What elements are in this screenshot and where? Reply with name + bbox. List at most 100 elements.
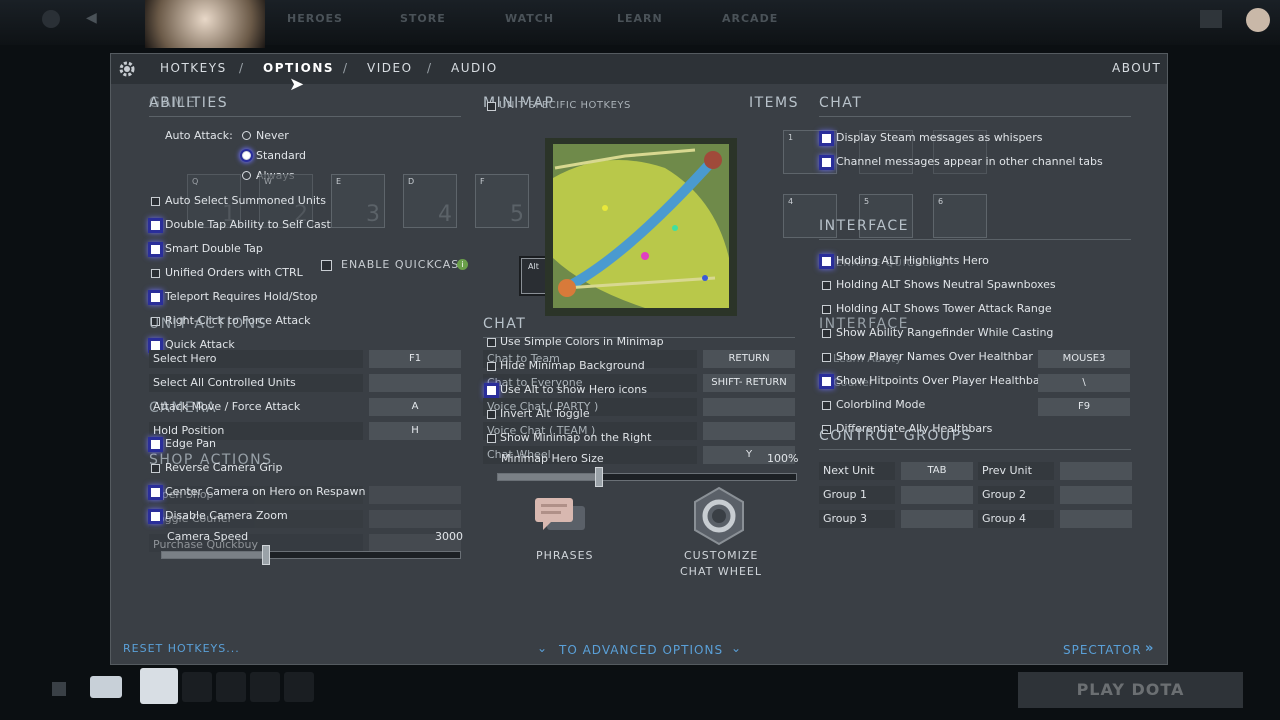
phrases-label[interactable]: PHRASES [536,549,594,562]
toggle-courier-hotkey[interactable] [369,510,461,528]
party-slot[interactable] [216,672,246,702]
checkbox-reverse-camera-grip[interactable] [151,464,160,473]
party-slot[interactable] [284,672,314,702]
select-hero-hotkey[interactable]: F1 [369,350,461,368]
hold-position-hotkey[interactable]: H [369,422,461,440]
control-group-row: Prev Unit [978,462,1054,480]
checkbox-steam-whispers[interactable] [822,134,831,143]
party-slot-self[interactable] [140,668,178,704]
select-all-units-hotkey[interactable] [369,374,461,392]
play-dota-button[interactable]: PLAY DOTA [1018,672,1243,708]
shop-hotkey[interactable]: F9 [1038,398,1130,416]
checkbox-teleport-hold-stop[interactable] [151,293,160,302]
option-label: Holding ALT Highlights Hero [836,254,989,267]
tab-audio[interactable]: AUDIO [451,61,498,75]
chevron-down-icon[interactable]: ⌄ [537,641,547,655]
checkbox-alt-hero-icons[interactable] [487,386,496,395]
checkbox-player-names[interactable] [822,353,831,362]
avatar[interactable] [1246,8,1270,32]
customize-label[interactable]: CUSTOMIZE [684,549,758,562]
checkbox-simple-colors-minimap[interactable] [487,338,496,347]
camera-speed-slider-handle[interactable] [262,545,270,565]
nav-heroes[interactable]: HEROES [287,12,343,25]
enable-quickcast-checkbox[interactable] [321,260,332,271]
prev-unit-hotkey[interactable] [1060,462,1132,480]
option-label: Show Minimap on the Right [500,431,652,444]
settings-icon[interactable] [42,10,60,28]
reset-hotkeys-link[interactable]: RESET HOTKEYS... [123,642,240,655]
hero-portrait[interactable] [145,0,265,48]
checkbox-alt-tower-range[interactable] [822,305,831,314]
friends-icon[interactable] [1200,10,1222,28]
party-slot[interactable] [182,672,212,702]
attack-move-hotkey[interactable]: A [369,398,461,416]
tab-video[interactable]: VIDEO [367,61,413,75]
auto-attack-always-radio[interactable] [242,171,251,180]
learn-ability-hotkey[interactable]: MOUSE3 [1038,350,1130,368]
group-3-hotkey[interactable] [901,510,973,528]
nav-store[interactable]: STORE [400,12,446,25]
ability-slot-f[interactable]: F5 [475,174,529,228]
double-chevron-right-icon[interactable]: » [1145,641,1153,656]
voice-party-hotkey[interactable] [703,398,795,416]
checkbox-channel-messages[interactable] [822,158,831,167]
item-slot-6[interactable]: 6 [933,194,987,238]
chat-bubble-icon[interactable] [90,676,122,698]
checkbox-double-tap-self-cast[interactable] [151,221,160,230]
open-shop-hotkey[interactable] [369,486,461,504]
nav-arcade[interactable]: ARCADE [722,12,778,25]
nav-learn[interactable]: LEARN [617,12,663,25]
party-slot[interactable] [250,672,280,702]
ability-slot-d[interactable]: D4 [403,174,457,228]
back-arrow-icon[interactable]: ◀ [86,10,97,26]
item-slot-key: 6 [938,197,944,206]
voice-team-hotkey[interactable] [703,422,795,440]
party-icon[interactable] [52,682,66,696]
checkbox-alt-highlights-hero[interactable] [822,257,831,266]
checkbox-invert-alt-toggle[interactable] [487,410,496,419]
group-1-hotkey[interactable] [901,486,973,504]
checkbox-minimap-right[interactable] [487,434,496,443]
tab-options[interactable]: OPTIONS [263,61,334,75]
camera-speed-slider[interactable] [161,551,461,559]
checkbox-ability-rangefinder[interactable] [822,329,831,338]
chat-wheel-label[interactable]: CHAT WHEEL [680,565,762,578]
control-group-row: Group 4 [978,510,1054,528]
ability-slot-e[interactable]: E3 [331,174,385,228]
alt-key-label: Alt [528,262,539,271]
option-label: Center Camera on Hero on Respawn [165,485,366,498]
checkbox-disable-camera-zoom[interactable] [151,512,160,521]
chat-all-hotkey[interactable]: SHIFT- RETURN [703,374,795,392]
unit-specific-hotkeys-checkbox[interactable] [487,102,496,111]
checkbox-hitpoints-healthbar[interactable] [822,377,831,386]
minimap-hero-size-value: 100% [767,452,799,465]
nav-watch[interactable]: WATCH [505,12,554,25]
group-2-hotkey[interactable] [1060,486,1132,504]
checkbox-quick-attack[interactable] [151,341,160,350]
courier-hotkey[interactable]: \ [1038,374,1130,392]
minimap-hero-size-slider-handle[interactable] [595,467,603,487]
tab-about[interactable]: ABOUT [1112,61,1161,75]
tab-hotkeys[interactable]: HOTKEYS [160,61,227,75]
auto-attack-never-radio[interactable] [242,131,251,140]
spectator-link[interactable]: SPECTATOR [1063,643,1142,657]
chevron-down-icon[interactable]: ⌄ [731,641,741,655]
minimap-hero-size-slider[interactable] [497,473,797,481]
chat-team-hotkey[interactable]: RETURN [703,350,795,368]
checkbox-alt-neutral-spawnboxes[interactable] [822,281,831,290]
checkbox-smart-double-tap[interactable] [151,245,160,254]
info-icon[interactable]: i [457,259,468,270]
checkbox-center-camera-respawn[interactable] [151,488,160,497]
group-4-hotkey[interactable] [1060,510,1132,528]
chat-wheel-icon[interactable] [689,486,749,546]
phrases-icon[interactable] [533,496,589,538]
advanced-options-link[interactable]: TO ADVANCED OPTIONS [559,643,723,657]
checkbox-auto-select-summoned[interactable] [151,197,160,206]
checkbox-unified-orders[interactable] [151,269,160,278]
checkbox-edge-pan[interactable] [151,440,160,449]
checkbox-hide-minimap-bg[interactable] [487,362,496,371]
auto-attack-standard-radio[interactable] [242,151,251,160]
next-unit-hotkey[interactable]: TAB [901,462,973,480]
unit-specific-hotkeys-label: UNIT SPECIFIC HOTKEYS [499,100,631,111]
checkbox-colorblind-mode[interactable] [822,401,831,410]
